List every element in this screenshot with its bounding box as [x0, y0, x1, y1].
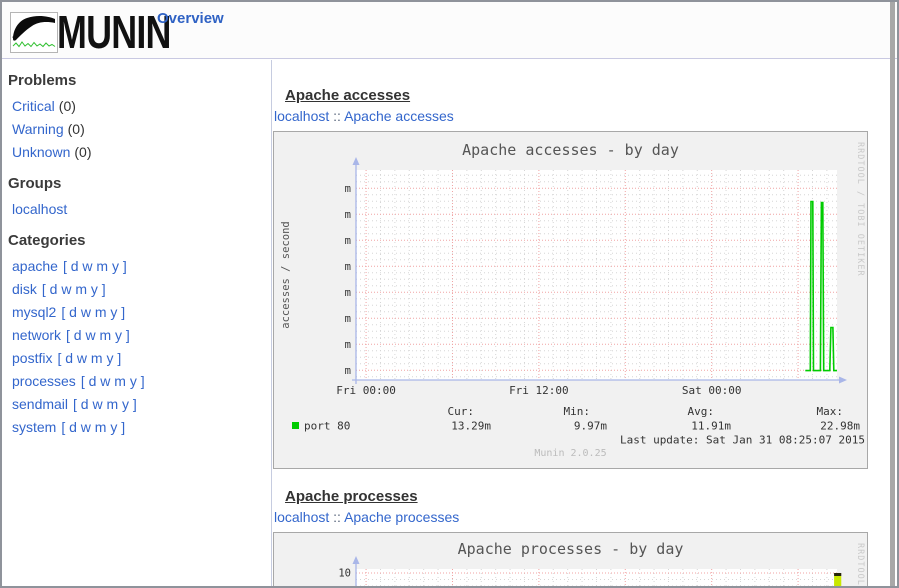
svg-text:Sat 00:00: Sat 00:00	[682, 384, 742, 397]
problem-item-critical: Critical(0)	[12, 95, 271, 118]
munin-overview-page: MUNIN Overview Problems Critical(0) Warn…	[0, 0, 899, 588]
category-apache-periods[interactable]: [ d w m y ]	[63, 258, 127, 274]
groups-title: Groups	[8, 175, 271, 192]
category-apache-link[interactable]: apache	[12, 258, 58, 274]
main-content: Apache accesses localhost :: Apache acce…	[273, 60, 893, 588]
category-item-processes: processes [ d w m y ]	[12, 370, 271, 393]
crumb-separator-2: ::	[333, 509, 341, 525]
critical-count: (0)	[59, 98, 76, 114]
breadcrumb-apache-accesses: localhost :: Apache accesses	[274, 107, 893, 125]
svg-text:m: m	[345, 365, 351, 377]
svg-text:m: m	[345, 287, 351, 299]
problems-title: Problems	[8, 72, 271, 89]
category-item-postfix: postfix [ d w m y ]	[12, 347, 271, 370]
group-item-localhost: localhost	[12, 198, 271, 221]
warning-count: (0)	[68, 121, 85, 137]
svg-text:13.29m: 13.29m	[451, 420, 491, 433]
apache-accesses-heading-link[interactable]: Apache accesses	[285, 87, 410, 104]
category-postfix-link[interactable]: postfix	[12, 350, 52, 366]
crumb-separator: ::	[333, 108, 341, 124]
category-processes-link[interactable]: processes	[12, 373, 76, 389]
category-item-apache: apache [ d w m y ]	[12, 255, 271, 278]
category-sendmail-link[interactable]: sendmail	[12, 396, 68, 412]
svg-text:m: m	[345, 313, 351, 325]
svg-text:Avg:: Avg:	[688, 405, 715, 418]
brand-wordmark: MUNIN	[57, 9, 171, 55]
svg-text:Max:: Max:	[817, 405, 844, 418]
problem-item-warning: Warning(0)	[12, 118, 271, 141]
svg-text:22.98m: 22.98m	[820, 420, 860, 433]
svg-text:m: m	[345, 235, 351, 247]
category-disk-link[interactable]: disk	[12, 281, 37, 297]
svg-text:m: m	[345, 339, 351, 351]
crumb-apache-processes-link[interactable]: Apache processes	[344, 509, 459, 525]
svg-text:Min:: Min:	[564, 405, 591, 418]
category-item-network: network [ d w m y ]	[12, 324, 271, 347]
apache-processes-graph-box: 10 Apache processes - by day RRDTOOL / TOB…	[273, 532, 868, 588]
localhost-link[interactable]: localhost	[12, 201, 67, 217]
crumb-localhost-link-2[interactable]: localhost	[274, 509, 329, 525]
svg-text:9.97m: 9.97m	[574, 420, 607, 433]
svg-text:11.91m: 11.91m	[691, 420, 731, 433]
svg-text:port 80: port 80	[304, 420, 350, 433]
breadcrumb-apache-processes: localhost :: Apache processes	[274, 508, 893, 526]
critical-link[interactable]: Critical	[12, 98, 55, 114]
nav-overview-link[interactable]: Overview	[157, 10, 224, 27]
svg-text:accesses / second: accesses / second	[280, 221, 292, 328]
svg-text:Apache accesses - by day: Apache accesses - by day	[462, 141, 679, 159]
svg-text:10: 10	[338, 568, 351, 580]
apache-processes-heading-link[interactable]: Apache processes	[285, 488, 418, 505]
category-item-mysql2: mysql2 [ d w m y ]	[12, 301, 271, 324]
crumb-apache-accesses-link[interactable]: Apache accesses	[344, 108, 454, 124]
header: MUNIN Overview	[2, 2, 897, 59]
category-item-system: system [ d w m y ]	[12, 416, 271, 439]
section-title-apache-accesses: Apache accesses	[285, 87, 893, 104]
svg-text:Fri 12:00: Fri 12:00	[509, 384, 569, 397]
crumb-localhost-link[interactable]: localhost	[274, 108, 329, 124]
apache-accesses-graph-box: m m m m m m m m Fri 00:00 Fri 12:00 Sat 00:00 Apach…	[273, 131, 868, 469]
category-postfix-periods[interactable]: [ d w m y ]	[57, 350, 121, 366]
problem-item-unknown: Unknown(0)	[12, 141, 271, 164]
munin-logo	[10, 12, 58, 53]
svg-text:Fri 00:00: Fri 00:00	[336, 384, 396, 397]
warning-link[interactable]: Warning	[12, 121, 64, 137]
categories-title: Categories	[8, 232, 271, 249]
svg-text:Cur:: Cur:	[448, 405, 475, 418]
category-processes-periods[interactable]: [ d w m y ]	[81, 373, 145, 389]
category-network-link[interactable]: network	[12, 327, 61, 343]
scrollbar[interactable]	[890, 2, 895, 586]
svg-text:Munin 2.0.25: Munin 2.0.25	[534, 448, 606, 459]
svg-text:m: m	[345, 183, 351, 195]
category-item-sendmail: sendmail [ d w m y ]	[12, 393, 271, 416]
section-title-apache-processes: Apache processes	[285, 488, 893, 505]
unknown-count: (0)	[74, 144, 91, 160]
category-system-link[interactable]: system	[12, 419, 56, 435]
svg-text:Apache processes - by day: Apache processes - by day	[458, 540, 684, 558]
category-network-periods[interactable]: [ d w m y ]	[66, 327, 130, 343]
svg-text:RRDTOOL / TOBI OETIKER: RRDTOOL / TOBI OETIKER	[855, 543, 865, 588]
svg-text:m: m	[345, 261, 351, 273]
category-system-periods[interactable]: [ d w m y ]	[61, 419, 125, 435]
apache-processes-graph[interactable]: 10 Apache processes - by day RRDTOOL / TOB…	[274, 533, 867, 588]
category-item-disk: disk [ d w m y ]	[12, 278, 271, 301]
category-disk-periods[interactable]: [ d w m y ]	[42, 281, 106, 297]
svg-text:m: m	[345, 209, 351, 221]
sidebar: Problems Critical(0) Warning(0) Unknown(…	[2, 60, 272, 588]
svg-text:RRDTOOL / TOBI OETIKER: RRDTOOL / TOBI OETIKER	[855, 142, 865, 277]
unknown-link[interactable]: Unknown	[12, 144, 70, 160]
category-mysql2-periods[interactable]: [ d w m y ]	[61, 304, 125, 320]
category-mysql2-link[interactable]: mysql2	[12, 304, 56, 320]
svg-text:Last update: Sat Jan 31 08:25:: Last update: Sat Jan 31 08:25:07 2015	[620, 434, 865, 447]
apache-accesses-graph[interactable]: m m m m m m m m Fri 00:00 Fri 12:00 Sat 00:00 Apach…	[274, 132, 867, 468]
category-sendmail-periods[interactable]: [ d w m y ]	[73, 396, 137, 412]
